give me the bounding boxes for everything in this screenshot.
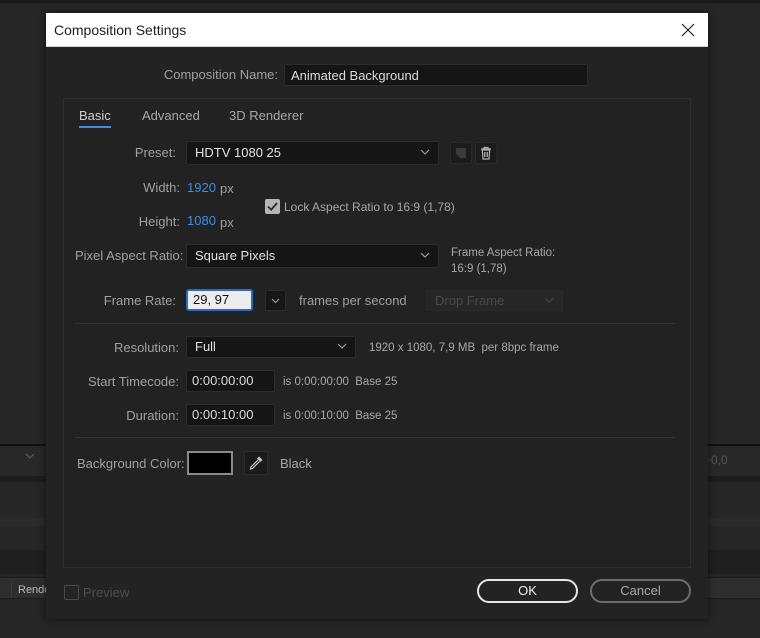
pixel-aspect-dropdown[interactable]: Square Pixels bbox=[186, 244, 439, 268]
dialog-title: Composition Settings bbox=[54, 22, 187, 38]
frame-aspect-label: Frame Aspect Ratio: bbox=[451, 247, 556, 259]
resolution-label: Resolution: bbox=[113, 340, 179, 355]
frame-rate-label: Frame Rate: bbox=[103, 293, 176, 308]
start-timecode-label: Start Timecode: bbox=[87, 374, 179, 389]
frame-aspect-value: 16:9 (1,78) bbox=[451, 263, 507, 275]
eyedropper-button[interactable] bbox=[244, 451, 268, 475]
tab-basic[interactable]: Basic bbox=[79, 108, 111, 123]
resolution-dropdown[interactable]: Full bbox=[186, 336, 356, 358]
start-timecode-info: is 0:00:00:00 Base 25 bbox=[283, 376, 398, 388]
close-icon bbox=[681, 23, 695, 37]
background-color-swatch[interactable] bbox=[187, 451, 233, 475]
chevron-down-icon bbox=[271, 298, 280, 304]
width-label: Width: bbox=[143, 180, 180, 195]
settings-panel: Basic Advanced 3D Renderer Preset: HDTV … bbox=[63, 98, 691, 568]
width-value[interactable]: 1920 bbox=[187, 180, 216, 195]
height-value[interactable]: 1080 bbox=[187, 213, 216, 228]
active-tab-indicator bbox=[79, 126, 111, 128]
drop-frame-value: Drop Frame bbox=[435, 293, 505, 308]
width-unit: px bbox=[220, 181, 234, 196]
background-color-name: Black bbox=[280, 456, 312, 471]
frame-rate-dropdown[interactable] bbox=[265, 290, 286, 311]
composition-settings-dialog: Composition Settings Composition Name: A… bbox=[46, 13, 708, 619]
start-timecode-input[interactable]: 0:00:00:00 bbox=[186, 370, 275, 392]
section-divider bbox=[75, 437, 675, 438]
dialog-titlebar: Composition Settings bbox=[46, 13, 708, 47]
chevron-down-icon[interactable] bbox=[25, 452, 35, 462]
preset-label: Preset: bbox=[134, 145, 176, 160]
tab-advanced[interactable]: Advanced bbox=[142, 108, 200, 123]
preview-label: Preview bbox=[83, 585, 130, 600]
chevron-down-icon bbox=[337, 343, 347, 349]
preview-checkbox[interactable] bbox=[64, 585, 79, 600]
background-color-label: Background Color: bbox=[77, 456, 185, 471]
section-divider bbox=[75, 323, 675, 324]
resolution-value: Full bbox=[195, 339, 216, 354]
height-label: Height: bbox=[138, 214, 180, 229]
save-preset-button[interactable] bbox=[450, 142, 472, 164]
delete-preset-button[interactable] bbox=[475, 142, 497, 164]
lock-aspect-label: Lock Aspect Ratio to 16:9 (1,78) bbox=[284, 200, 455, 214]
composition-name-label: Composition Name: bbox=[163, 67, 278, 82]
eyedropper-icon bbox=[249, 456, 263, 470]
composition-name-input[interactable]: Animated Background bbox=[284, 64, 588, 86]
lock-aspect-checkbox[interactable] bbox=[265, 199, 280, 214]
pixel-aspect-value: Square Pixels bbox=[195, 248, 276, 263]
chevron-down-icon bbox=[420, 149, 430, 155]
drop-frame-dropdown: Drop Frame bbox=[426, 290, 563, 311]
ok-button[interactable]: OK bbox=[477, 579, 578, 603]
preset-dropdown[interactable]: HDTV 1080 25 bbox=[186, 141, 439, 165]
preset-value: HDTV 1080 25 bbox=[195, 145, 281, 160]
height-unit: px bbox=[220, 215, 234, 230]
duration-info: is 0:00:10:00 Base 25 bbox=[283, 410, 398, 422]
tab-3d-renderer[interactable]: 3D Renderer bbox=[229, 108, 303, 123]
checkmark-icon bbox=[267, 202, 278, 212]
duration-label: Duration: bbox=[126, 408, 179, 423]
app-top-border bbox=[0, 0, 760, 3]
chevron-down-icon bbox=[544, 297, 554, 303]
trash-icon bbox=[481, 146, 491, 160]
cancel-button[interactable]: Cancel bbox=[590, 579, 691, 603]
resolution-info: 1920 x 1080, 7,9 MB per 8bpc frame bbox=[369, 342, 559, 354]
save-preset-icon bbox=[456, 148, 466, 158]
pixel-aspect-label: Pixel Aspect Ratio: bbox=[75, 248, 184, 263]
chevron-down-icon bbox=[420, 252, 430, 258]
frame-rate-unit-label: frames per second bbox=[299, 293, 407, 308]
close-button[interactable] bbox=[676, 18, 700, 42]
tab-separator bbox=[11, 582, 12, 598]
frame-rate-input[interactable]: 29, 97 bbox=[186, 289, 253, 311]
duration-input[interactable]: 0:00:10:00 bbox=[186, 404, 275, 426]
